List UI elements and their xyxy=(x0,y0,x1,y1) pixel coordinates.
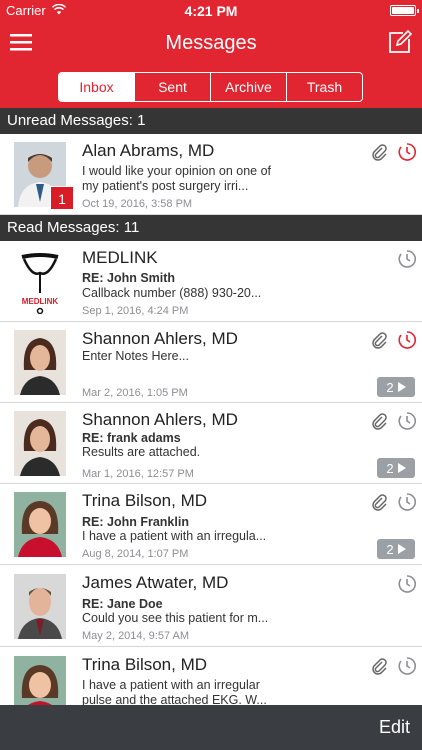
message-date: Mar 2, 2016, 1:05 PM xyxy=(82,387,188,399)
message-date: Aug 8, 2014, 1:07 PM xyxy=(82,548,189,560)
message-row[interactable]: MEDLINK MEDLINK RE: John Smith Callback … xyxy=(0,241,422,322)
message-date: May 2, 2014, 9:57 AM xyxy=(82,630,190,642)
medlink-logo: MEDLINK xyxy=(14,249,66,314)
clock-icon[interactable] xyxy=(397,656,417,676)
message-subject: RE: Jane Doe xyxy=(82,597,163,611)
thread-count-button[interactable]: 2 xyxy=(377,377,415,397)
message-row[interactable]: Shannon Ahlers, MD Enter Notes Here... M… xyxy=(0,322,422,403)
clock-icon[interactable] xyxy=(397,574,417,594)
thread-count: 2 xyxy=(386,460,394,476)
message-date: Mar 1, 2016, 12:57 PM xyxy=(82,468,194,480)
message-subject: RE: John Smith xyxy=(82,271,176,285)
unread-count-badge: 1 xyxy=(50,186,74,210)
message-row[interactable]: Shannon Ahlers, MD RE: frank adams Resul… xyxy=(0,403,422,484)
clock-icon[interactable] xyxy=(397,142,417,162)
mailbox-segmented-control: Inbox Sent Archive Trash xyxy=(58,72,363,102)
play-arrow-icon xyxy=(397,463,406,473)
sender-name: Shannon Ahlers, MD xyxy=(82,410,238,429)
message-subject: RE: John Franklin xyxy=(82,515,189,529)
status-bar: Carrier 4:21 PM xyxy=(0,0,422,22)
edit-button[interactable]: Edit xyxy=(379,717,410,738)
message-row[interactable]: 1 Alan Abrams, MD I would like your opin… xyxy=(0,134,422,215)
message-preview: Enter Notes Here... xyxy=(82,349,189,363)
page-title: Messages xyxy=(165,32,257,54)
sender-name: Trina Bilson, MD xyxy=(82,491,208,510)
attachment-icon xyxy=(372,413,387,430)
attachment-icon xyxy=(372,494,387,511)
message-date: Sep 1, 2016, 4:24 PM xyxy=(82,305,189,317)
status-time: 4:21 PM xyxy=(184,3,238,19)
nav-header: Carrier 4:21 PM Messages Inbox Sent Arch… xyxy=(0,0,422,108)
sender-name: James Atwater, MD xyxy=(82,573,229,592)
attachment-icon xyxy=(372,332,387,349)
message-preview: I would like your opinion on one of my p… xyxy=(82,164,272,193)
avatar xyxy=(14,330,66,395)
svg-text:MEDLINK: MEDLINK xyxy=(22,297,59,306)
clock-icon[interactable] xyxy=(397,249,417,269)
sender-name: Shannon Ahlers, MD xyxy=(82,329,238,348)
sender-name: Alan Abrams, MD xyxy=(82,141,215,160)
play-arrow-icon xyxy=(397,544,406,554)
message-preview: Results are attached. xyxy=(82,445,201,459)
clock-icon[interactable] xyxy=(397,411,417,431)
thread-count-button[interactable]: 2 xyxy=(377,458,415,478)
message-preview: Callback number (888) 930-20... xyxy=(82,286,262,300)
sender-name: Trina Bilson, MD xyxy=(82,655,208,674)
unread-section-header: Unread Messages: 1 xyxy=(0,108,422,134)
attachment-icon xyxy=(372,144,387,161)
compose-icon[interactable] xyxy=(388,30,412,54)
battery-icon xyxy=(390,5,419,16)
message-row[interactable]: James Atwater, MD RE: Jane Doe Could you… xyxy=(0,566,422,647)
tab-archive[interactable]: Archive xyxy=(210,73,286,101)
tab-inbox[interactable]: Inbox xyxy=(59,73,134,101)
tab-trash[interactable]: Trash xyxy=(286,73,362,101)
tab-sent[interactable]: Sent xyxy=(134,73,210,101)
thread-count: 2 xyxy=(386,379,394,395)
attachment-icon xyxy=(372,658,387,675)
message-preview: I have a patient with an irregula... xyxy=(82,529,267,543)
sender-name: MEDLINK xyxy=(82,248,158,267)
clock-icon[interactable] xyxy=(397,492,417,512)
message-subject: RE: frank adams xyxy=(82,431,181,445)
message-row[interactable]: Trina Bilson, MD RE: John Franklin I hav… xyxy=(0,484,422,565)
avatar xyxy=(14,411,66,476)
avatar xyxy=(14,574,66,639)
message-preview: Could you see this patient for m... xyxy=(82,611,269,625)
thread-count-button[interactable]: 2 xyxy=(377,539,415,559)
avatar xyxy=(14,492,66,557)
clock-icon[interactable] xyxy=(397,330,417,350)
thread-count: 2 xyxy=(386,541,394,557)
message-preview: I have a patient with an irregular pulse… xyxy=(82,678,267,707)
bottom-toolbar: Edit xyxy=(0,705,422,750)
message-date: Oct 19, 2016, 3:58 PM xyxy=(82,198,193,210)
play-arrow-icon xyxy=(397,382,406,392)
read-section-header: Read Messages: 11 xyxy=(0,215,422,241)
